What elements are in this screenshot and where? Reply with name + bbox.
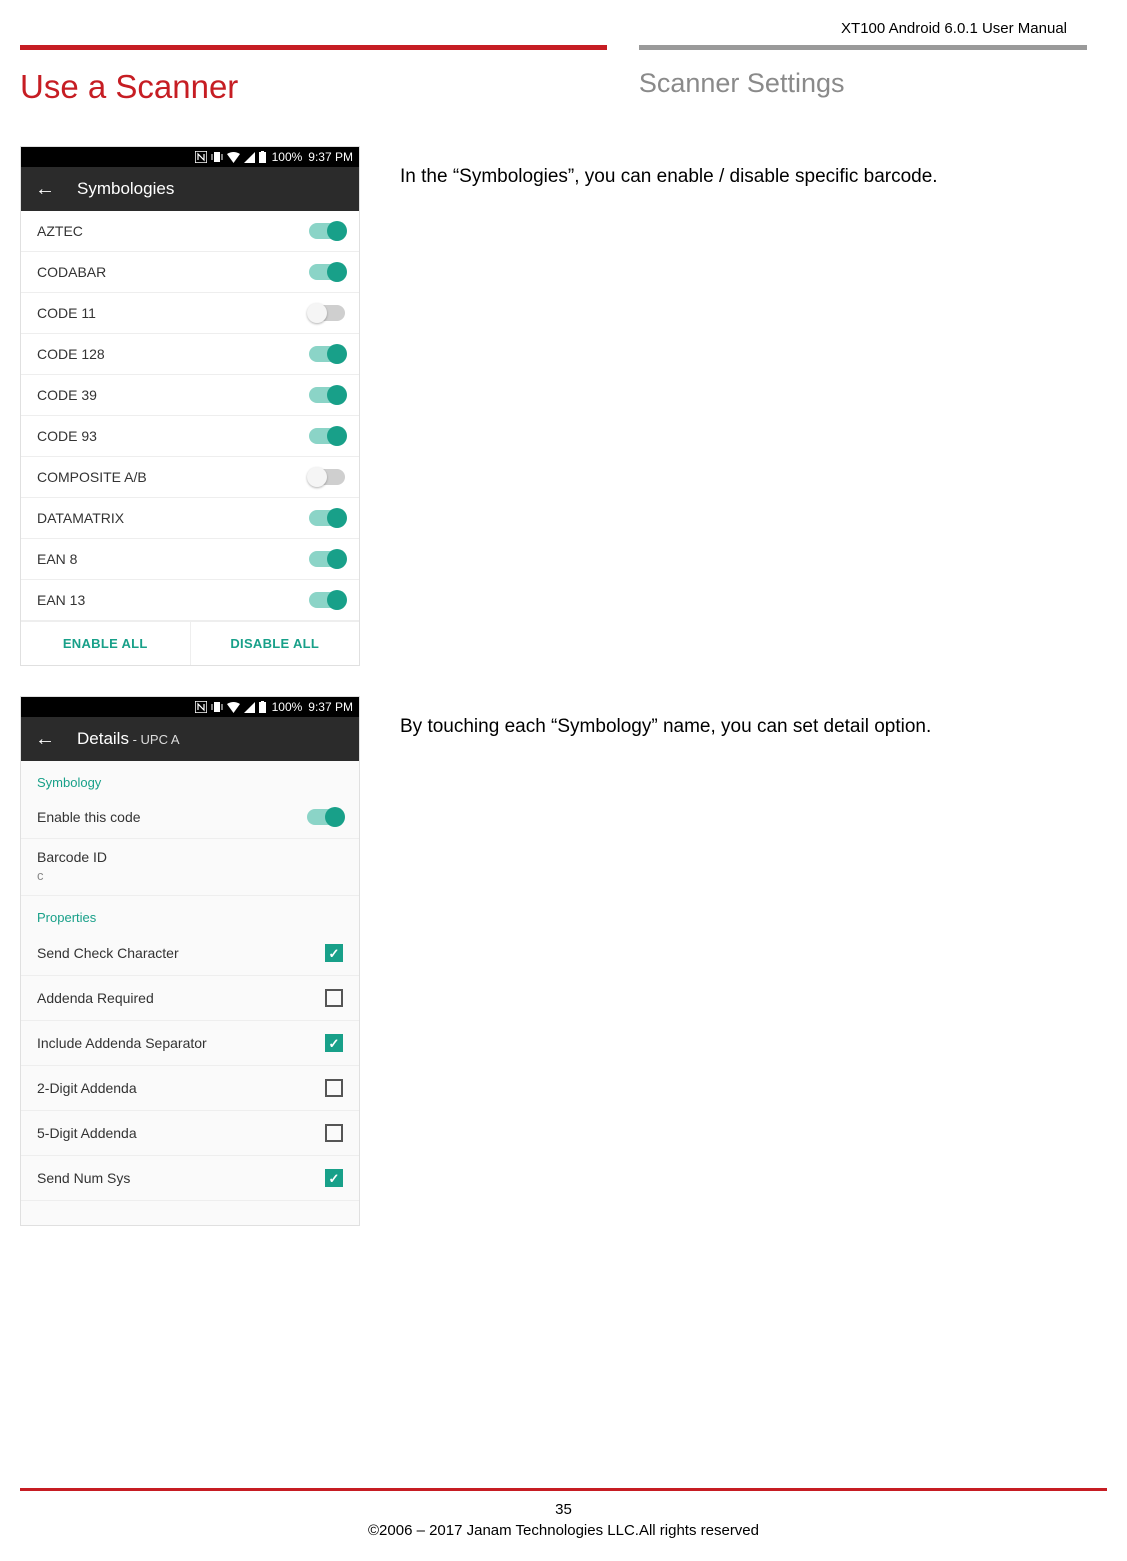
app-bar-title: Symbologies: [77, 179, 174, 199]
app-bar: ← Details - UPC A: [21, 717, 359, 761]
copyright: ©2006 – 2017 Janam Technologies LLC.All …: [0, 1520, 1127, 1541]
status-time: 9:37 PM: [308, 700, 353, 714]
symbology-switch[interactable]: [309, 592, 345, 608]
property-label: 2-Digit Addenda: [37, 1080, 137, 1096]
property-label: 5-Digit Addenda: [37, 1125, 137, 1141]
page-subtitle: Scanner Settings: [639, 68, 1087, 99]
symbology-row[interactable]: CODABAR: [21, 252, 359, 293]
vibrate-icon: [211, 701, 223, 713]
symbology-label: AZTEC: [37, 223, 83, 239]
symbology-label: EAN 8: [37, 551, 77, 567]
property-row[interactable]: Send Num Sys: [21, 1156, 359, 1201]
symbology-switch[interactable]: [309, 387, 345, 403]
symbology-label: DATAMATRIX: [37, 510, 124, 526]
symbology-row[interactable]: AZTEC: [21, 211, 359, 252]
property-row[interactable]: Addenda Required: [21, 976, 359, 1021]
signal-icon: [244, 152, 255, 163]
symbology-switch[interactable]: [309, 346, 345, 362]
symbology-label: CODE 39: [37, 387, 97, 403]
battery-icon: [259, 151, 266, 163]
app-bar-title: Details - UPC A: [77, 729, 180, 749]
symbology-switch[interactable]: [309, 223, 345, 239]
property-checkbox[interactable]: [325, 944, 343, 962]
details-screenshot: 100% 9:37 PM ← Details - UPC A Symbology…: [20, 696, 360, 1226]
enable-this-code-label: Enable this code: [37, 809, 141, 825]
symbology-row[interactable]: CODE 93: [21, 416, 359, 457]
wifi-icon: [227, 152, 240, 163]
property-row[interactable]: 5-Digit Addenda: [21, 1111, 359, 1156]
status-bar: 100% 9:37 PM: [21, 147, 359, 167]
property-row[interactable]: 2-Digit Addenda: [21, 1066, 359, 1111]
symbology-label: CODE 128: [37, 346, 105, 362]
symbology-row[interactable]: EAN 13: [21, 580, 359, 621]
property-label: Include Addenda Separator: [37, 1035, 207, 1051]
battery-percent: 100%: [272, 700, 303, 714]
back-arrow-icon[interactable]: ←: [35, 179, 55, 199]
property-label: Send Check Character: [37, 945, 179, 961]
page-title: Use a Scanner: [20, 68, 639, 106]
wifi-icon: [227, 702, 240, 713]
property-checkbox[interactable]: [325, 1124, 343, 1142]
section1-description: In the “Symbologies”, you can enable / d…: [400, 146, 1087, 190]
symbology-section-label: Symbology: [21, 761, 359, 796]
properties-section-label: Properties: [21, 896, 359, 931]
symbology-row[interactable]: CODE 39: [21, 375, 359, 416]
property-label: Send Num Sys: [37, 1170, 130, 1186]
disable-all-button[interactable]: DISABLE ALL: [191, 622, 360, 665]
property-checkbox[interactable]: [325, 1169, 343, 1187]
symbology-switch[interactable]: [309, 510, 345, 526]
symbology-row[interactable]: COMPOSITE A/B: [21, 457, 359, 498]
enable-this-code-switch[interactable]: [307, 809, 343, 825]
barcode-id-row[interactable]: Barcode ID c: [21, 839, 359, 896]
symbology-switch[interactable]: [309, 551, 345, 567]
property-row[interactable]: Send Check Character: [21, 931, 359, 976]
barcode-id-value: c: [37, 868, 343, 883]
symbology-label: EAN 13: [37, 592, 85, 608]
header-divider: [20, 45, 1087, 50]
symbology-row[interactable]: CODE 11: [21, 293, 359, 334]
symbology-row[interactable]: DATAMATRIX: [21, 498, 359, 539]
barcode-id-label: Barcode ID: [37, 849, 343, 865]
page-number: 35: [0, 1499, 1127, 1520]
signal-icon: [244, 702, 255, 713]
enable-all-button[interactable]: ENABLE ALL: [21, 622, 191, 665]
status-bar: 100% 9:37 PM: [21, 697, 359, 717]
nfc-icon: [195, 151, 207, 163]
symbology-label: CODABAR: [37, 264, 106, 280]
symbology-label: COMPOSITE A/B: [37, 469, 147, 485]
symbology-label: CODE 11: [37, 305, 96, 321]
app-bar: ← Symbologies: [21, 167, 359, 211]
symbology-row[interactable]: CODE 128: [21, 334, 359, 375]
document-header: XT100 Android 6.0.1 User Manual: [20, 20, 1087, 37]
property-checkbox[interactable]: [325, 1034, 343, 1052]
symbology-switch[interactable]: [309, 428, 345, 444]
property-checkbox[interactable]: [325, 1079, 343, 1097]
symbology-switch[interactable]: [309, 305, 345, 321]
symbology-switch[interactable]: [309, 469, 345, 485]
property-label: Addenda Required: [37, 990, 154, 1006]
symbologies-screenshot: 100% 9:37 PM ← Symbologies AZTEC CODABAR C…: [20, 146, 360, 666]
battery-percent: 100%: [272, 150, 303, 164]
property-row[interactable]: Include Addenda Separator: [21, 1021, 359, 1066]
nfc-icon: [195, 701, 207, 713]
battery-icon: [259, 701, 266, 713]
symbology-row[interactable]: EAN 8: [21, 539, 359, 580]
vibrate-icon: [211, 151, 223, 163]
section2-description: By touching each “Symbology” name, you c…: [400, 696, 1087, 740]
property-checkbox[interactable]: [325, 989, 343, 1007]
page-footer: 35 ©2006 – 2017 Janam Technologies LLC.A…: [0, 1488, 1127, 1541]
back-arrow-icon[interactable]: ←: [35, 729, 55, 749]
symbology-switch[interactable]: [309, 264, 345, 280]
symbology-label: CODE 93: [37, 428, 97, 444]
status-time: 9:37 PM: [308, 150, 353, 164]
